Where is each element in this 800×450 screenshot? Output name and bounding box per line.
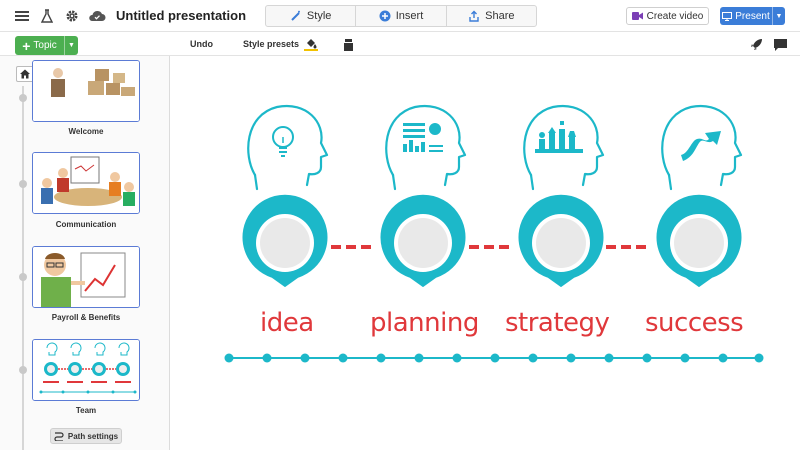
main-tabs: Style Insert Share [265, 5, 537, 27]
presentation-title[interactable]: Untitled presentation [116, 8, 246, 23]
chess-head-icon [523, 104, 605, 191]
path-node[interactable] [19, 366, 27, 374]
topic-dropdown-icon[interactable]: ▼ [64, 36, 78, 55]
undo-button[interactable]: Undo [190, 39, 213, 49]
topic-label-team: Team [75, 406, 97, 415]
slide-graphics [224, 104, 764, 363]
create-video-button[interactable]: Create video [626, 7, 709, 25]
style-presets-button[interactable]: Style presets [243, 39, 299, 49]
topic-thumbnail-communication[interactable] [32, 152, 140, 214]
comment-icon[interactable] [774, 38, 787, 56]
step-pin-planning [377, 191, 469, 291]
present-label: Present [735, 10, 770, 22]
gear-icon[interactable] [64, 8, 80, 24]
tab-insert-label: Insert [395, 10, 424, 22]
topic-thumbnail-team[interactable] [32, 339, 140, 401]
topic-label-payroll: Payroll & Benefits [51, 313, 121, 322]
tab-share-label: Share [485, 10, 515, 22]
plus-circle-icon [379, 10, 391, 22]
topic-thumbnail-payroll[interactable] [32, 246, 140, 308]
path-node[interactable] [19, 273, 27, 281]
topic-label-welcome: Welcome [68, 127, 104, 136]
path-settings-button[interactable]: Path settings [50, 428, 122, 444]
home-icon [20, 69, 30, 79]
flask-icon[interactable] [39, 8, 55, 24]
topic-sidebar: Welcome Communication Payroll & Benefits… [0, 56, 170, 450]
step-pin-success [653, 191, 745, 291]
create-video-label: Create video [646, 10, 704, 22]
chart-head-icon [385, 104, 467, 191]
present-button[interactable]: Present ▼ [720, 7, 785, 25]
topic-label-communication: Communication [55, 220, 117, 229]
step-label-strategy: strategy [505, 308, 610, 338]
tab-style-label: Style [306, 10, 332, 22]
wand-icon [291, 10, 300, 21]
lightbulb-head-icon [247, 104, 329, 191]
path-line [22, 86, 24, 450]
present-dropdown-icon[interactable]: ▼ [772, 7, 785, 25]
step-label-idea: idea [260, 308, 314, 338]
tab-share[interactable]: Share [447, 6, 536, 26]
cloud-saved-icon[interactable] [88, 8, 106, 24]
plus-icon: + [22, 37, 31, 54]
topic-thumbnail-welcome[interactable] [32, 60, 140, 122]
hamburger-menu-icon[interactable] [14, 8, 30, 24]
layers-icon[interactable] [344, 38, 353, 56]
path-icon [54, 431, 64, 441]
top-toolbar: Untitled presentation Style Insert Share… [0, 0, 800, 32]
arrow-head-icon [661, 104, 743, 191]
tab-insert[interactable]: Insert [356, 6, 447, 26]
path-node[interactable] [19, 94, 27, 102]
step-pin-idea [239, 191, 331, 291]
edit-toolbar: + Topic ▼ Undo Style presets [0, 32, 800, 56]
slide-canvas[interactable]: idea planning strategy success [171, 57, 800, 450]
rocket-icon[interactable] [750, 37, 764, 56]
screen-icon [722, 11, 733, 21]
step-pin-strategy [515, 191, 607, 291]
path-node[interactable] [19, 180, 27, 188]
step-label-success: success [645, 308, 744, 338]
add-topic-button[interactable]: + Topic ▼ [15, 36, 78, 55]
path-settings-label: Path settings [67, 431, 119, 441]
timeline [224, 353, 764, 363]
video-camera-icon [631, 12, 643, 20]
topic-label: Topic [33, 40, 57, 51]
tab-style[interactable]: Style [266, 6, 357, 26]
share-icon [469, 10, 479, 22]
paint-bucket-icon[interactable] [304, 37, 318, 56]
step-label-planning: planning [370, 308, 479, 338]
